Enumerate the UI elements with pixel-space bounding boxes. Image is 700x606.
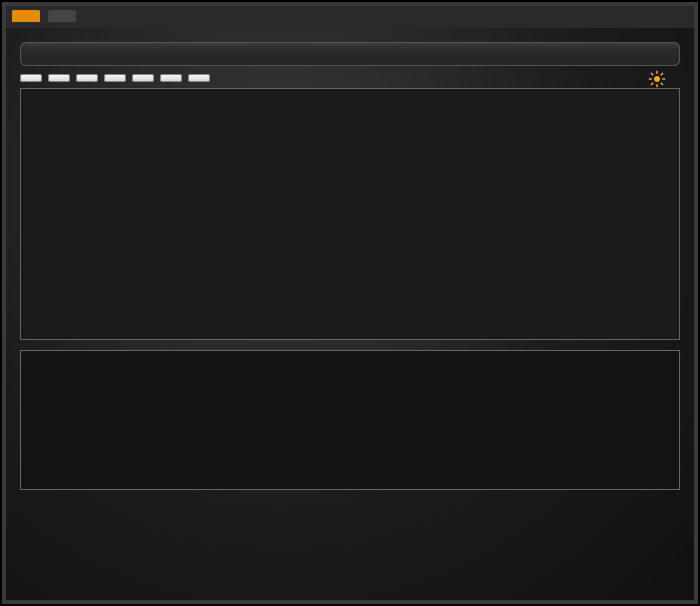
tab-arrow-chart[interactable] <box>12 10 40 22</box>
back-button[interactable] <box>20 74 42 82</box>
concurrent-line-chart <box>20 350 680 490</box>
gantt-chart <box>20 88 680 340</box>
task-button[interactable] <box>48 74 70 82</box>
failed-button[interactable] <box>160 74 182 82</box>
tab-bubble-chart[interactable] <box>48 10 76 22</box>
job-header-panel <box>20 42 680 66</box>
finishtime-button[interactable] <box>132 74 154 82</box>
sun-icon <box>648 70 666 88</box>
starttime-button[interactable] <box>104 74 126 82</box>
killed-button[interactable] <box>188 74 210 82</box>
tab-bar <box>6 6 694 28</box>
logo <box>648 70 670 88</box>
button-row <box>20 74 680 82</box>
node-button[interactable] <box>76 74 98 82</box>
